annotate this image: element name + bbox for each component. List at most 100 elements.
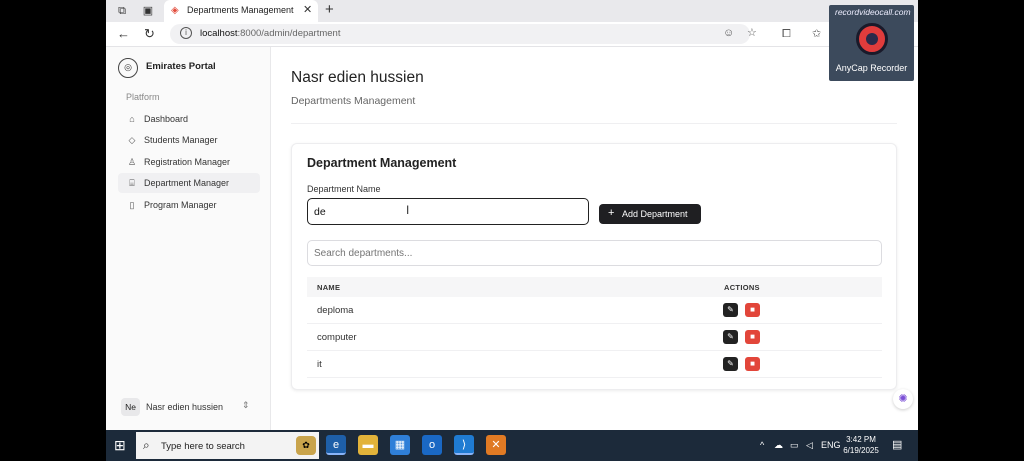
section-label: Platform xyxy=(126,92,160,102)
trash-icon: ■ xyxy=(750,305,755,314)
graduation-cap-icon: ◇ xyxy=(128,135,136,145)
divider xyxy=(291,123,897,124)
column-header-actions: ACTIONS xyxy=(724,283,760,292)
extensions-icon[interactable]: ⧠ xyxy=(782,28,791,41)
table-row: computer ✎ ■ xyxy=(307,324,882,351)
portal-logo-icon: ◎ xyxy=(118,58,138,78)
laravel-favicon-icon: ◈ xyxy=(171,5,179,16)
book-icon: ▯ xyxy=(129,200,135,210)
file-explorer-icon[interactable]: ▬ xyxy=(358,435,378,455)
watermark-label: AnyCap Recorder xyxy=(835,63,908,73)
notifications-icon[interactable]: ▤ xyxy=(892,438,902,452)
delete-button[interactable]: ■ xyxy=(745,357,760,371)
url-text: localhost:8000/admin/department xyxy=(200,28,340,39)
sidebar-item-label: Students Manager xyxy=(144,135,218,145)
sidebar-item-dashboard[interactable]: ⌂ Dashboard xyxy=(118,109,260,129)
clock-time: 3:42 PM xyxy=(846,435,876,444)
department-name-cell: computer xyxy=(317,332,357,343)
edit-button[interactable]: ✎ xyxy=(723,303,738,317)
tab-actions-icon[interactable]: ▣ xyxy=(141,4,155,18)
edge-browser-icon[interactable]: e xyxy=(326,435,346,455)
search-icon: ⌕ xyxy=(143,438,150,452)
search-departments-input[interactable] xyxy=(307,240,882,266)
assistant-brain-icon[interactable]: ✺ xyxy=(893,389,913,409)
brand-name: Emirates Portal xyxy=(146,61,216,72)
favorites-icon[interactable]: ✩ xyxy=(812,28,821,41)
text-cursor-icon: I xyxy=(406,203,410,217)
department-name-label: Department Name xyxy=(307,184,381,194)
vscode-icon[interactable]: ⟩ xyxy=(454,435,474,455)
sidebar-item-label: Registration Manager xyxy=(144,157,231,167)
show-hidden-icons-icon[interactable]: ^ xyxy=(760,439,764,451)
taskbar-search-text: Type here to search xyxy=(161,441,245,452)
sidebar-item-label: Program Manager xyxy=(144,200,217,210)
department-name-cell: it xyxy=(317,359,322,370)
cloud-icon[interactable]: ☁ xyxy=(774,439,783,451)
search-highlight-icon: ✿ xyxy=(296,436,316,455)
sidebar-item-students-manager[interactable]: ◇ Students Manager xyxy=(118,130,260,150)
edit-button[interactable]: ✎ xyxy=(723,330,738,344)
trash-icon: ■ xyxy=(750,332,755,341)
department-name-cell: deploma xyxy=(317,305,354,316)
trash-icon: ■ xyxy=(750,359,755,368)
workspaces-icon[interactable]: ⧉ xyxy=(115,4,129,18)
delete-button[interactable]: ■ xyxy=(745,330,760,344)
xampp-icon[interactable]: ✕ xyxy=(486,435,506,455)
new-tab-icon[interactable]: + xyxy=(325,2,334,18)
card-title: Department Management xyxy=(307,156,457,170)
page-subtitle: Departments Management xyxy=(291,95,416,107)
browser-tab-bar: ⧉ ▣ ◈ Departments Management ✕ + xyxy=(106,0,918,22)
sidebar-item-program-manager[interactable]: ▯ Program Manager xyxy=(118,195,260,215)
emoji-icon[interactable]: ☺ xyxy=(723,27,734,40)
add-department-button[interactable]: + Add Department xyxy=(599,204,701,224)
user-icon: ♙ xyxy=(127,157,137,167)
tab-title: Departments Management xyxy=(187,5,294,15)
plus-icon: + xyxy=(608,207,615,219)
home-icon: ⌂ xyxy=(129,114,135,124)
delete-button[interactable]: ■ xyxy=(745,303,760,317)
volume-icon[interactable]: ◁ xyxy=(806,439,813,451)
department-name-input[interactable] xyxy=(307,198,589,225)
sidebar-item-label: Dashboard xyxy=(144,114,189,124)
url-field[interactable]: i localhost:8000/admin/department ☺ ☆ xyxy=(170,24,757,44)
refresh-icon[interactable]: ↻ xyxy=(144,27,155,41)
edit-button[interactable]: ✎ xyxy=(723,357,738,371)
screen: ⧉ ▣ ◈ Departments Management ✕ + ← ↻ i l… xyxy=(106,0,918,461)
sidebar-item-label: Department Manager xyxy=(144,178,230,188)
favorite-star-icon[interactable]: ☆ xyxy=(747,27,757,40)
edit-icon: ✎ xyxy=(727,305,734,314)
watermark-arc-text: recordvideocall.com xyxy=(835,7,911,17)
sidebar-item-registration-manager[interactable]: ♙ Registration Manager xyxy=(118,152,260,172)
store-icon[interactable]: ▦ xyxy=(390,435,410,455)
table-row: it ✎ ■ xyxy=(307,351,882,378)
recorder-watermark: recordvideocall.com AnyCap Recorder xyxy=(829,5,914,81)
sidebar-item-department-manager[interactable]: ⌸ Department Manager xyxy=(118,173,260,193)
main-content: Nasr edien hussien Departments Managemen… xyxy=(272,47,918,430)
user-menu[interactable]: Ne Nasr edien hussien ⇕ xyxy=(118,396,260,418)
taskbar-search[interactable]: ⌕ Type here to search ✿ xyxy=(136,432,319,459)
building-icon: ⌸ xyxy=(129,178,135,188)
add-department-label: Add Department xyxy=(622,209,688,219)
department-card: Department Management Department Name I … xyxy=(291,143,897,390)
browser-tab[interactable]: ◈ Departments Management ✕ xyxy=(164,0,318,22)
edit-icon: ✎ xyxy=(727,332,734,341)
close-tab-icon[interactable]: ✕ xyxy=(303,4,312,16)
chevron-up-down-icon: ⇕ xyxy=(242,400,250,410)
info-icon[interactable]: i xyxy=(180,27,192,39)
taskbar: ⊞ ⌕ Type here to search ✿ e ▬ ▦ o ⟩ ✕ ^ … xyxy=(106,430,918,461)
network-icon[interactable]: ▭ xyxy=(790,439,799,451)
user-name: Nasr edien hussien xyxy=(146,402,224,412)
avatar: Ne xyxy=(121,398,140,416)
table-row: deploma ✎ ■ xyxy=(307,297,882,324)
clock-date: 6/19/2025 xyxy=(843,446,879,455)
table-header: NAME ACTIONS xyxy=(307,277,882,297)
windows-start-icon[interactable]: ⊞ xyxy=(114,438,126,452)
outlook-icon[interactable]: o xyxy=(422,435,442,455)
column-header-name: NAME xyxy=(317,283,341,292)
clock[interactable]: 3:42 PM 6/19/2025 xyxy=(836,434,886,456)
edit-icon: ✎ xyxy=(727,359,734,368)
back-icon[interactable]: ← xyxy=(117,27,130,41)
page-title: Nasr edien hussien xyxy=(291,69,424,86)
url-path: :8000/admin/department xyxy=(237,28,341,39)
recorder-logo-icon xyxy=(856,23,888,55)
